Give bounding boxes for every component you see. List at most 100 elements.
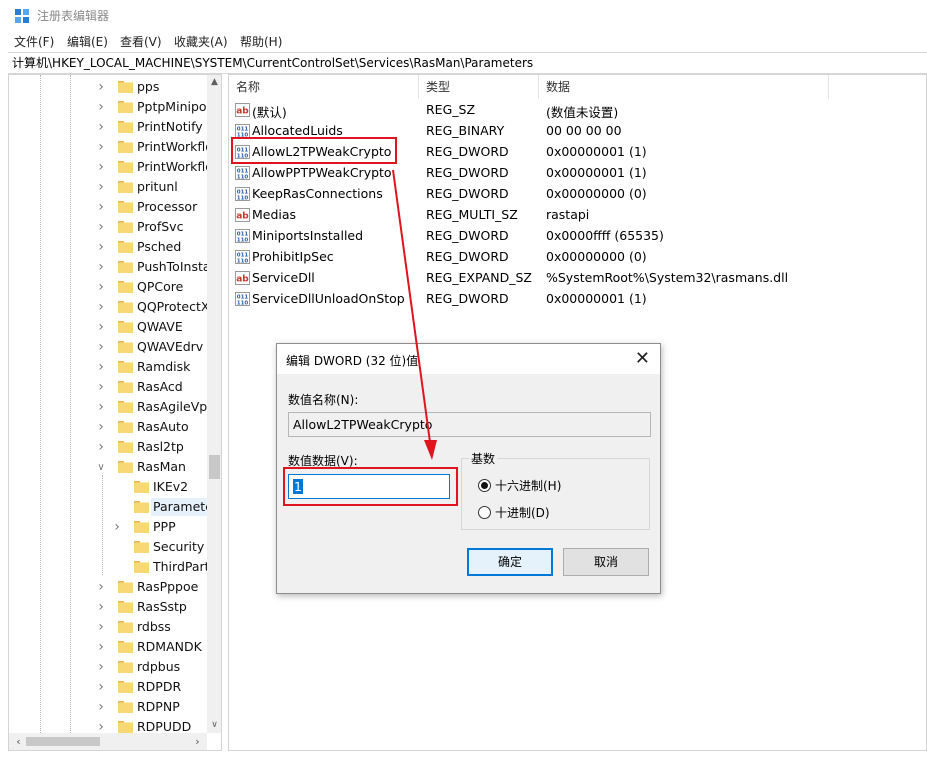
scroll-thumb[interactable]	[209, 455, 220, 479]
chevron-right-icon[interactable]: ›	[96, 439, 106, 455]
tree-item[interactable]: › QPCore	[9, 277, 207, 297]
column-header-name[interactable]: 名称	[229, 75, 419, 99]
value-row[interactable]: 011 110 KeepRasConnections REG_DWORD 0x00000…	[229, 184, 926, 205]
tree-item[interactable]: ThirdParty	[9, 557, 207, 577]
chevron-right-icon[interactable]: ›	[96, 679, 106, 695]
tree-item[interactable]: › RDMANDK	[9, 637, 207, 657]
chevron-right-icon[interactable]: ›	[96, 699, 106, 715]
tree-item[interactable]: › pps	[9, 77, 207, 97]
address-bar[interactable]: 计算机\HKEY_LOCAL_MACHINE\SYSTEM\CurrentCon…	[8, 52, 927, 74]
tree-item[interactable]: › Processor	[9, 197, 207, 217]
scroll-up-icon[interactable]: ▲	[207, 75, 221, 90]
chevron-right-icon[interactable]: ›	[96, 159, 106, 175]
tree-item[interactable]: › RDPDR	[9, 677, 207, 697]
tree-item[interactable]: › QQProtectX64	[9, 297, 207, 317]
tree-item[interactable]: › RDPNP	[9, 697, 207, 717]
chevron-right-icon[interactable]: ›	[96, 399, 106, 415]
tree-item[interactable]: › Psched	[9, 237, 207, 257]
value-row[interactable]: 011 110 AllowPPTPWeakCrypto REG_DWORD 0x0000…	[229, 163, 926, 184]
tree-item[interactable]: Security	[9, 537, 207, 557]
decimal-radio[interactable]: 十进制(D)	[478, 504, 550, 521]
tree-item[interactable]: › rdpbus	[9, 657, 207, 677]
chevron-right-icon[interactable]: ›	[96, 79, 106, 95]
tree-item[interactable]: › RasAgileVpn	[9, 397, 207, 417]
tree-horizontal-scrollbar[interactable]: ‹ ›	[9, 733, 207, 750]
chevron-right-icon[interactable]: ›	[96, 259, 106, 275]
tree-item[interactable]: › RDPUDD	[9, 717, 207, 733]
cancel-button[interactable]: 取消	[563, 548, 649, 576]
chevron-right-icon[interactable]: ›	[96, 359, 106, 375]
tree-item[interactable]: › Rasl2tp	[9, 437, 207, 457]
tree-item[interactable]: › Ramdisk	[9, 357, 207, 377]
tree-item[interactable]: ∨ RasMan	[9, 457, 207, 477]
value-name-field[interactable]: AllowL2TPWeakCrypto	[288, 412, 651, 437]
tree-item[interactable]: › PptpMiniport	[9, 97, 207, 117]
value-row[interactable]: 011 110 ServiceDllUnloadOnStop REG_DWORD 0x0…	[229, 289, 926, 310]
chevron-right-icon[interactable]: ›	[96, 239, 106, 255]
chevron-right-icon[interactable]: ›	[96, 199, 106, 215]
menu-file[interactable]: 文件(F)	[14, 33, 54, 50]
tree-item[interactable]: › PushToInstall	[9, 257, 207, 277]
value-row[interactable]: 011 110 MiniportsInstalled REG_DWORD 0x0000f…	[229, 226, 926, 247]
value-row[interactable]: 011 110 ProhibitIpSec REG_DWORD 0x00000000 (…	[229, 247, 926, 268]
chevron-right-icon[interactable]: ›	[96, 419, 106, 435]
tree-item[interactable]: › QWAVE	[9, 317, 207, 337]
tree-item-label: Parameters	[151, 498, 207, 516]
tree-item[interactable]: › PrintWorkflow	[9, 157, 207, 177]
chevron-right-icon[interactable]: ›	[96, 219, 106, 235]
chevron-right-icon[interactable]: ›	[96, 99, 106, 115]
key-tree: › pps › PptpMiniport › PrintNotify › PrintWorkf…	[9, 75, 207, 733]
hex-radio[interactable]: 十六进制(H)	[478, 477, 561, 494]
menu-view[interactable]: 查看(V)	[120, 33, 162, 50]
tree-item[interactable]: › PrintNotify	[9, 117, 207, 137]
tree-item[interactable]: › pritunl	[9, 177, 207, 197]
tree-item[interactable]: › RasAcd	[9, 377, 207, 397]
column-header-type[interactable]: 类型	[419, 75, 539, 99]
tree-item[interactable]: › ProfSvc	[9, 217, 207, 237]
folder-icon	[118, 601, 133, 613]
chevron-right-icon[interactable]: ›	[96, 279, 106, 295]
tree-item[interactable]: › PPP	[9, 517, 207, 537]
column-header-data[interactable]: 数据	[539, 75, 829, 99]
menu-edit[interactable]: 编辑(E)	[67, 33, 108, 50]
tree-item[interactable]: IKEv2	[9, 477, 207, 497]
chevron-right-icon[interactable]: ›	[96, 139, 106, 155]
scroll-left-icon[interactable]: ‹	[11, 733, 26, 750]
value-row[interactable]: ab ServiceDll REG_EXPAND_SZ %SystemRoot%\Sy…	[229, 268, 926, 289]
chevron-right-icon[interactable]: ›	[96, 579, 106, 595]
chevron-right-icon[interactable]: ›	[96, 179, 106, 195]
tree-vertical-scrollbar[interactable]: ▲ ∨	[207, 75, 221, 733]
tree-item[interactable]: › RasAuto	[9, 417, 207, 437]
tree-item-label: RasAcd	[137, 379, 183, 394]
svg-text:ab: ab	[236, 212, 249, 222]
menu-help[interactable]: 帮助(H)	[240, 33, 282, 50]
chevron-right-icon[interactable]: ›	[96, 599, 106, 615]
scroll-down-icon[interactable]: ∨	[207, 718, 221, 733]
tree-item-label: RDPUDD	[137, 719, 192, 733]
tree-item[interactable]: › rdbss	[9, 617, 207, 637]
scroll-thumb-horizontal[interactable]	[26, 737, 100, 746]
tree-item[interactable]: › RasPppoe	[9, 577, 207, 597]
chevron-right-icon[interactable]: ›	[112, 519, 122, 535]
value-name: KeepRasConnections	[252, 186, 383, 201]
ok-button[interactable]: 确定	[467, 548, 553, 576]
chevron-right-icon[interactable]: ›	[96, 639, 106, 655]
chevron-right-icon[interactable]: ›	[96, 339, 106, 355]
value-row[interactable]: ab Medias REG_MULTI_SZ rastapi	[229, 205, 926, 226]
chevron-right-icon[interactable]: ›	[96, 379, 106, 395]
tree-item[interactable]: › RasSstp	[9, 597, 207, 617]
chevron-right-icon[interactable]: ›	[96, 659, 106, 675]
chevron-right-icon[interactable]: ›	[96, 719, 106, 733]
chevron-right-icon[interactable]: ›	[96, 319, 106, 335]
chevron-right-icon[interactable]: ›	[96, 119, 106, 135]
chevron-right-icon[interactable]: ›	[96, 619, 106, 635]
scroll-right-icon[interactable]: ›	[190, 733, 205, 750]
tree-item[interactable]: › QWAVEdrv	[9, 337, 207, 357]
chevron-down-icon[interactable]: ∨	[96, 462, 106, 473]
chevron-right-icon[interactable]: ›	[96, 299, 106, 315]
close-icon[interactable]: ✕	[635, 348, 650, 369]
tree-item[interactable]: Parameters	[9, 497, 207, 517]
value-row[interactable]: ab (默认) REG_SZ (数值未设置)	[229, 100, 926, 121]
menu-favorites[interactable]: 收藏夹(A)	[174, 33, 228, 50]
tree-item[interactable]: › PrintWorkflow	[9, 137, 207, 157]
